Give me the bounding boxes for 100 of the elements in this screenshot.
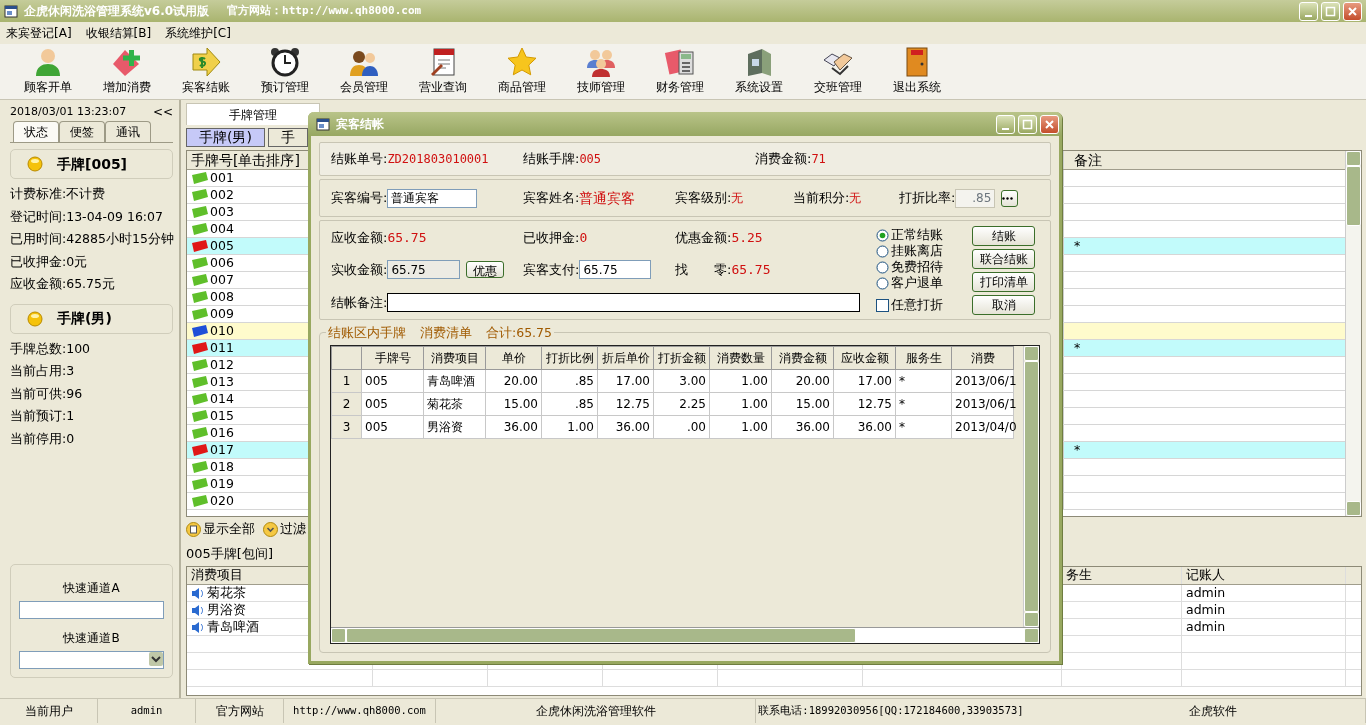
dialog-button[interactable]: 联合结账 [972, 248, 1035, 269]
column-header[interactable]: 消费项目 [191, 566, 243, 585]
dropdown-icon[interactable] [149, 652, 163, 666]
column-header[interactable]: 手牌号[单击排序] [187, 151, 307, 169]
column-header[interactable]: 消费金额 [771, 346, 834, 370]
toolbar-button[interactable]: 增加消费 [87, 44, 166, 99]
column-header[interactable]: 手牌号 [361, 346, 424, 370]
checkbox-label[interactable]: 任意打折 [891, 295, 943, 315]
radio-button[interactable] [876, 244, 889, 258]
table-cell: 005 [361, 415, 424, 439]
sidebar-tab[interactable]: 状态 [13, 121, 59, 142]
table-cell-text: 007 [210, 270, 234, 289]
input-field[interactable]: 普通宾客 [387, 188, 478, 208]
vertical-scrollbar[interactable] [1345, 151, 1361, 516]
field-value: 无 [731, 190, 744, 207]
dialog-button[interactable]: 结账 [972, 225, 1035, 246]
input-field[interactable]: 65.75 [579, 260, 652, 280]
speaker-icon [191, 620, 204, 634]
horizontal-scrollbar[interactable] [331, 627, 1039, 643]
input-field[interactable] [387, 293, 861, 313]
tab[interactable]: 手 [267, 128, 308, 147]
status-text: http://www.qh8000.com [284, 699, 436, 723]
app-icon [4, 4, 18, 18]
show-all-button[interactable]: 显示全部 [186, 520, 255, 539]
toolbar-button[interactable]: 会员管理 [324, 44, 403, 99]
column-header[interactable]: 单价 [485, 346, 542, 370]
column-header[interactable]: 折后单价 [597, 346, 654, 370]
toolbar-button[interactable]: 顾客开单 [8, 44, 87, 99]
table-cell-text: 012 [210, 355, 234, 374]
field-value: 005 [579, 151, 602, 168]
table-cell: 36.00 [597, 415, 654, 439]
column-header[interactable]: 消费 [951, 346, 1014, 370]
field-value: ZD201803010001 [387, 151, 489, 168]
tab[interactable]: 手牌(男) [186, 128, 265, 147]
field-label: 打折比率: [899, 189, 956, 208]
table-cell: 20.00 [485, 369, 542, 393]
table-cell: .00 [653, 415, 710, 439]
field-label: 消费金额: [755, 150, 812, 169]
legend-text: 消费清单 [420, 324, 472, 342]
table-cell-text: * [1074, 236, 1081, 255]
field-label: 当前积分: [793, 189, 850, 208]
window-title: 企虎休闲洗浴管理系统v6.0试用版 [24, 3, 210, 20]
toolbar-button[interactable]: 商品管理 [482, 44, 561, 99]
table-cell: 36.00 [771, 415, 834, 439]
column-header[interactable]: 应收金额 [833, 346, 896, 370]
menu-item[interactable]: 系统维护[C] [165, 24, 231, 42]
table-cell-text: 016 [210, 423, 234, 442]
discount-button[interactable]: 优惠 [466, 261, 505, 279]
input-field[interactable] [19, 601, 164, 619]
toolbar-button[interactable]: 营业查询 [403, 44, 482, 99]
table-cell: 青岛啤酒 [423, 369, 486, 393]
select-field[interactable] [19, 651, 164, 669]
toolbar-button[interactable]: 交班管理 [798, 44, 877, 99]
vertical-scrollbar[interactable] [1023, 346, 1039, 627]
dialog-button[interactable]: 打印清单 [972, 271, 1035, 292]
status-text: admin [98, 699, 196, 723]
menu-item[interactable]: 收银结算[B] [85, 24, 152, 42]
tab[interactable]: 手牌管理 [186, 103, 320, 125]
more-button[interactable] [1001, 189, 1019, 207]
filter-button[interactable]: 过滤 [263, 520, 306, 539]
dialog-button[interactable]: 取消 [972, 294, 1035, 315]
column-header[interactable]: 消费数量 [709, 346, 772, 370]
exit-button[interactable]: 退出系统 [877, 44, 956, 99]
table-cell-text: 009 [210, 304, 234, 323]
toolbar-button[interactable]: 预订管理 [245, 44, 324, 99]
column-header[interactable]: 打折金额 [653, 346, 710, 370]
checkbox[interactable] [876, 298, 889, 312]
field-label: 快速通道B [63, 630, 120, 647]
toolbar-button[interactable]: 技师管理 [561, 44, 640, 99]
table-cell-text: admin [1186, 600, 1226, 619]
radio-button[interactable] [876, 260, 889, 274]
speaker-icon [191, 586, 204, 600]
table-cell: 3.00 [653, 369, 710, 393]
sidebar-tab[interactable]: 便签 [59, 121, 105, 142]
table-cell: 15.00 [485, 392, 542, 416]
status-text: 当前用户 [0, 699, 98, 723]
table-cell: 17.00 [833, 369, 896, 393]
toolbar-button[interactable]: 财务管理 [640, 44, 719, 99]
date-time: 2018/03/01 13:23:07 [10, 103, 127, 120]
stat-text: 当前可供:96 [10, 384, 84, 403]
radio-button[interactable] [876, 228, 889, 242]
column-header[interactable]: 记账人 [1186, 566, 1225, 585]
input-field: 65.75 [387, 260, 461, 280]
sidebar-tab[interactable]: 通讯 [105, 121, 151, 142]
collapse-button[interactable]: << [152, 103, 173, 121]
field-label: 宾客支付: [523, 261, 580, 280]
column-header[interactable]: 打折比例 [541, 346, 598, 370]
menu-item[interactable]: 来宾登记[A] [6, 24, 72, 42]
column-header[interactable]: 消费项目 [423, 346, 486, 370]
table-cell: * [895, 415, 952, 439]
column-header[interactable]: 服务生 [895, 346, 952, 370]
column-header[interactable]: 务生 [1066, 566, 1092, 585]
table-cell-text: 001 [210, 168, 234, 187]
ellipsis-icon[interactable] [1002, 195, 1014, 201]
table-cell-text: 018 [210, 457, 234, 476]
table-cell: 15.00 [771, 392, 834, 416]
radio-button[interactable] [876, 276, 889, 290]
toolbar-button[interactable]: 宾客结账 [166, 44, 245, 99]
toolbar-button[interactable]: 系统设置 [719, 44, 798, 99]
star-icon [505, 46, 538, 78]
